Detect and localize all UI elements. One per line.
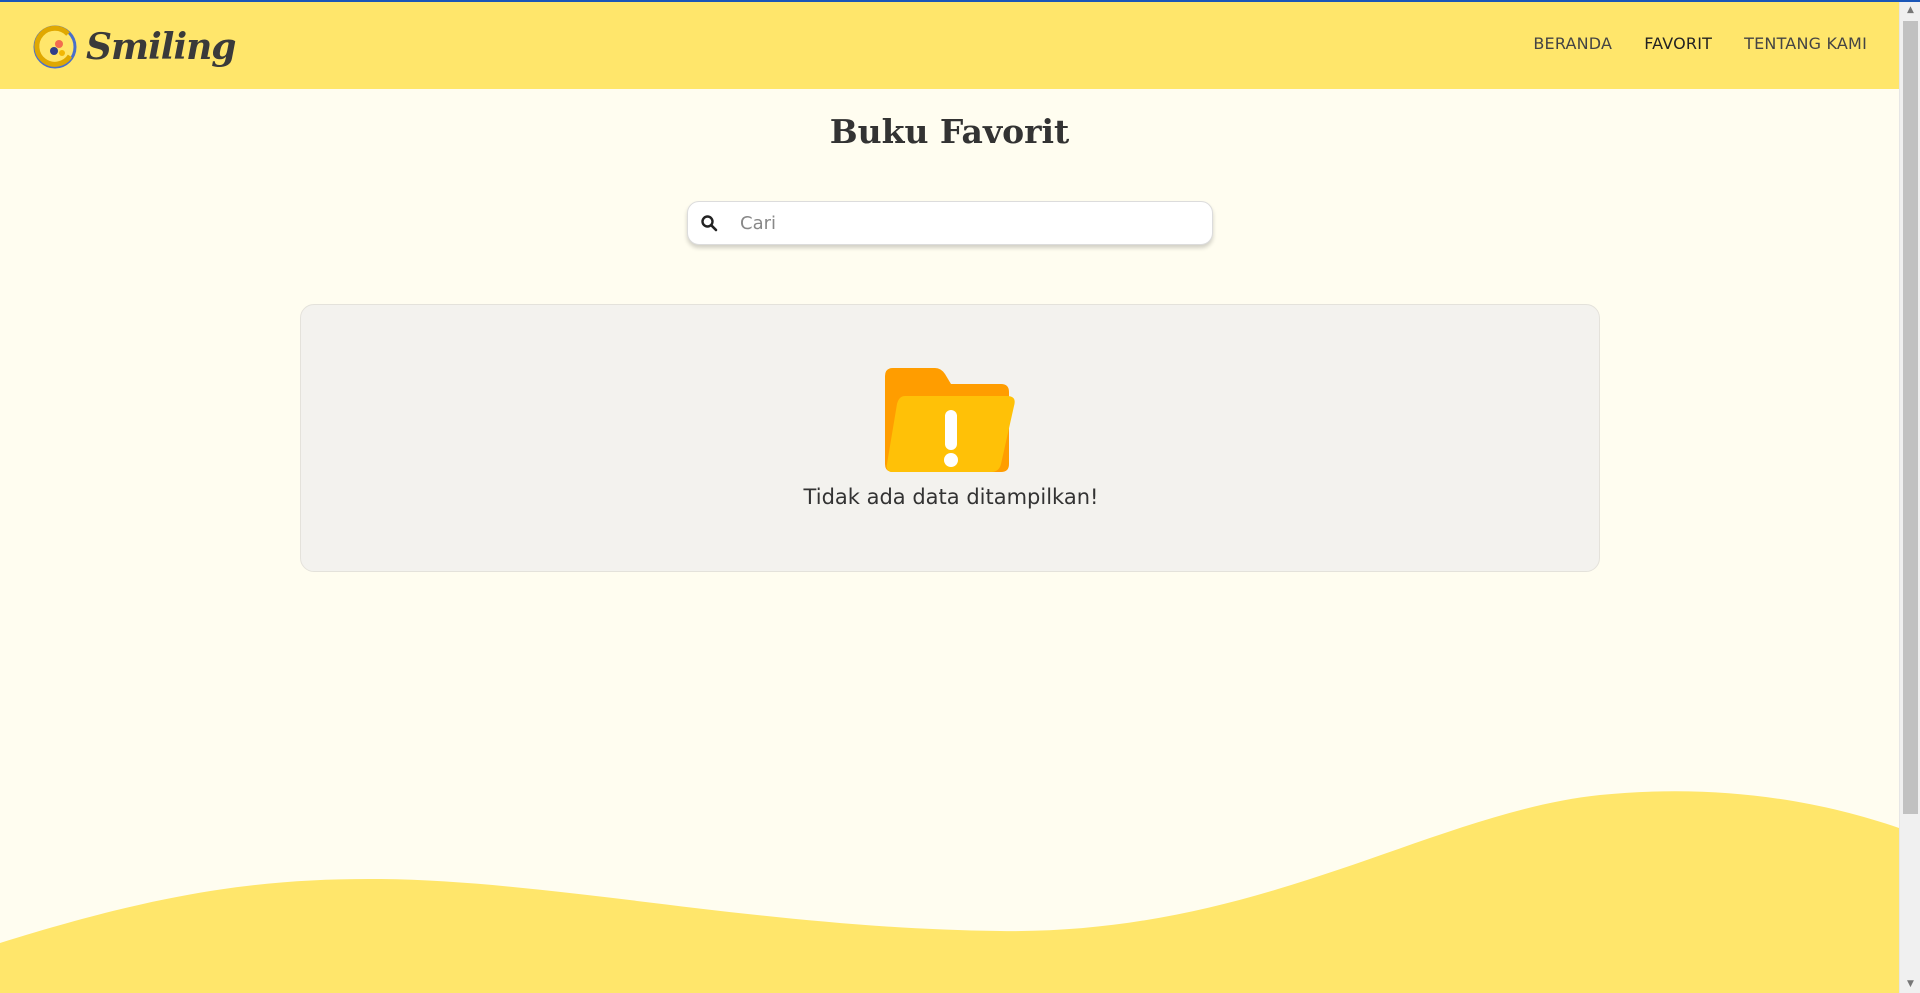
footer-wave <box>0 791 1899 993</box>
page: Smiling BERANDA FAVORIT TENTANG KAMI Buk… <box>0 2 1899 993</box>
folder-warning-icon <box>885 368 1015 472</box>
main-nav: BERANDA FAVORIT TENTANG KAMI <box>1533 34 1867 53</box>
vertical-scrollbar[interactable]: ▲ ▼ <box>1899 2 1920 993</box>
navbar: Smiling BERANDA FAVORIT TENTANG KAMI <box>0 2 1899 89</box>
empty-state-panel: Tidak ada data ditampilkan! <box>300 304 1600 572</box>
search-input[interactable] <box>740 212 1180 234</box>
nav-item-tentang-kami[interactable]: TENTANG KAMI <box>1744 34 1867 53</box>
nav-item-favorit[interactable]: FAVORIT <box>1644 34 1712 53</box>
brand[interactable]: Smiling <box>32 22 236 72</box>
search-icon <box>701 215 718 232</box>
scroll-up-arrow-icon[interactable]: ▲ <box>1900 2 1920 19</box>
brand-name: Smiling <box>86 26 236 68</box>
scroll-down-arrow-icon[interactable]: ▼ <box>1900 976 1920 993</box>
scrollbar-thumb[interactable] <box>1903 21 1918 814</box>
page-title: Buku Favorit <box>829 112 1070 151</box>
nav-item-beranda[interactable]: BERANDA <box>1533 34 1612 53</box>
search-bar <box>687 201 1213 245</box>
empty-state-message: Tidak ada data ditampilkan! <box>803 485 1099 509</box>
logo-icon <box>33 25 77 69</box>
